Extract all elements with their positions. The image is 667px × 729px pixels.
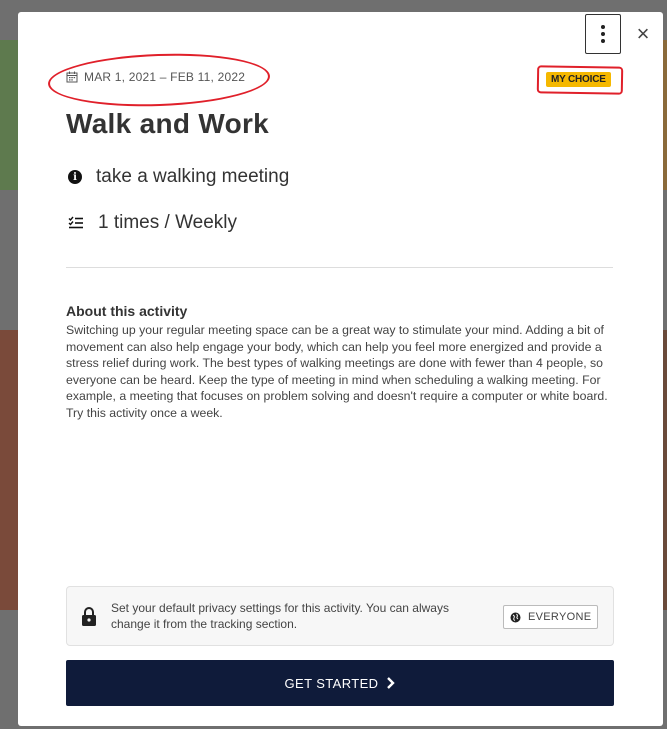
background-page-image <box>663 330 667 610</box>
my-choice-badge: MY CHOICE <box>546 72 611 87</box>
get-started-button[interactable]: GET STARTED <box>66 660 614 706</box>
activity-modal: × MAR 1, 2021 – FEB 11, 2022 MY CHOICE W… <box>18 12 663 726</box>
privacy-everyone-button[interactable]: EVERYONE <box>503 605 599 629</box>
chevron-right-icon <box>387 677 396 689</box>
privacy-settings-box: Set your default privacy settings for th… <box>66 586 614 646</box>
frequency-text: 1 times / Weekly <box>98 212 238 233</box>
background-page-image <box>663 40 667 190</box>
kebab-vertical-icon <box>601 24 605 45</box>
close-icon[interactable]: × <box>630 20 656 48</box>
more-options-button[interactable] <box>585 14 621 54</box>
background-page-image <box>0 40 18 190</box>
about-heading: About this activity <box>66 303 188 319</box>
background-page-image <box>0 330 18 610</box>
frequency-row: 1 times / Weekly <box>68 212 237 234</box>
date-range: MAR 1, 2021 – FEB 11, 2022 <box>66 70 245 84</box>
get-started-label: GET STARTED <box>284 675 379 691</box>
info-icon: i <box>68 170 82 184</box>
calendar-icon <box>66 71 78 83</box>
activity-title: Walk and Work <box>66 108 270 139</box>
tip-row: i take a walking meeting <box>68 166 289 188</box>
about-description: Switching up your regular meeting space … <box>66 323 608 420</box>
tip-text: take a walking meeting <box>96 166 290 187</box>
checklist-icon <box>68 216 83 229</box>
date-range-text: MAR 1, 2021 – FEB 11, 2022 <box>84 70 246 84</box>
globe-icon <box>510 612 521 622</box>
divider <box>66 267 613 268</box>
lock-icon <box>82 607 96 626</box>
privacy-text: Set your default privacy settings for th… <box>111 601 449 631</box>
privacy-setting-label: EVERYONE <box>528 611 592 623</box>
